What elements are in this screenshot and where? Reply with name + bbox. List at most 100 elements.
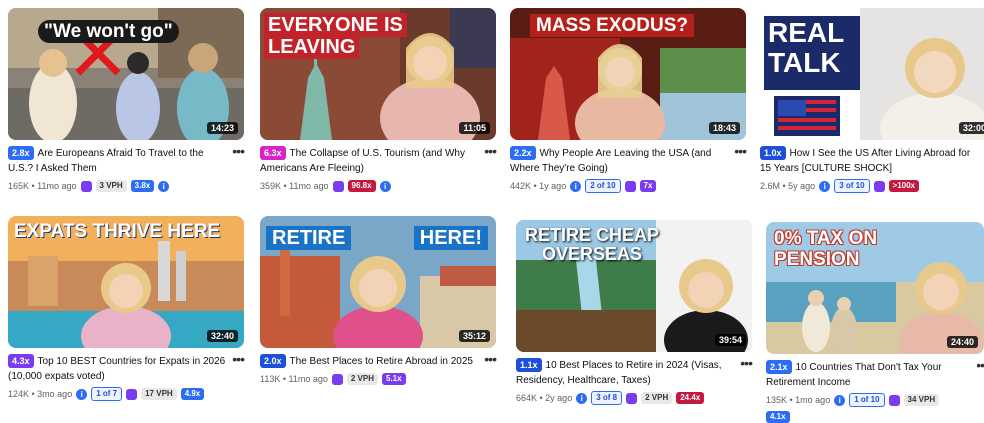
video-duration: 39:54 (714, 334, 746, 346)
analytics-icon[interactable] (624, 180, 636, 192)
video-card[interactable]: EXPATS THRIVE HERE 32:40 4.3x Top 10 BEST… (8, 216, 245, 401)
outlier-score-badge: 2.1x (766, 360, 792, 374)
analytics-icon[interactable] (873, 180, 885, 192)
video-title[interactable]: 2.8x Are Europeans Afraid To Travel to th… (8, 146, 226, 176)
video-title[interactable]: 1.0x How I See the US After Living Abroad… (760, 146, 978, 176)
video-duration: 32:00 (958, 122, 984, 134)
analytics-icon[interactable] (331, 373, 343, 385)
outlier-score-badge: 2.2x (510, 146, 536, 160)
thumbnail-overlay-text: RETIRE CHEAP OVERSEAS (524, 225, 659, 264)
thumbnail-overlay-text: 0% TAX ON PENSION (774, 228, 878, 270)
vph-pill: 34 VPH (903, 394, 940, 406)
video-title-text: Are Europeans Afraid To Travel to the U.… (8, 148, 204, 174)
info-icon[interactable]: i (158, 180, 170, 192)
thumbnail-overlay-text: REAL TALK (768, 17, 844, 78)
outlier-score-badge: 1.0x (760, 146, 786, 160)
video-duration: 35:12 (458, 330, 490, 342)
more-options-button[interactable]: ••• (976, 358, 984, 372)
info-icon[interactable]: i (379, 180, 391, 192)
analytics-icon[interactable] (126, 388, 138, 400)
more-options-button[interactable]: ••• (484, 144, 497, 158)
multiplier-pill: 4.9x (180, 388, 205, 400)
thumbnail-overlay-text: MASS EXODUS? (530, 14, 695, 37)
video-duration: 14:23 (206, 122, 238, 134)
video-card[interactable]: REAL TALK 32:00 1.0x How I See the US Aft… (760, 8, 984, 193)
video-title[interactable]: 4.3x Top 10 BEST Countries for Expats in … (8, 354, 226, 384)
video-card[interactable]: RETIRE CHEAP OVERSEAS 39:54 1.1x 10 Best … (516, 220, 753, 405)
video-thumbnail[interactable]: RETIRE HERE! 35:12 (260, 216, 496, 348)
video-title-text: How I See the US After Living Abroad for… (760, 148, 971, 174)
thumbnail-overlay-left: RETIRE (266, 226, 352, 250)
video-thumbnail[interactable]: "We won't go" 14:23 (8, 8, 244, 140)
video-duration: 18:43 (708, 122, 740, 134)
multiplier-pill: 24.4x (676, 392, 705, 404)
video-card[interactable]: "We won't go" 14:23 2.8x Are Europeans Af… (8, 8, 245, 193)
video-title[interactable]: 6.3x The Collapse of U.S. Tourism (and Wh… (260, 146, 478, 176)
thumbnail-overlay-text: EVERYONE IS LEAVING (264, 13, 407, 59)
more-options-button[interactable]: ••• (232, 352, 245, 366)
thumbnail-overlay-text: EXPATS THRIVE HERE (14, 221, 221, 242)
analytics-icon[interactable] (626, 392, 638, 404)
info-icon[interactable]: i (576, 392, 588, 404)
views-and-age: 124K • 3mo ago (8, 389, 73, 399)
video-title[interactable]: 2.0x The Best Places to Retire Abroad in … (260, 354, 478, 369)
video-title[interactable]: 2.1x 10 Countries That Don't Tax Your Ret… (766, 360, 966, 390)
video-duration: 32:40 (206, 330, 238, 342)
multiplier-pill: >100x (888, 180, 919, 192)
video-thumbnail[interactable]: MASS EXODUS? 18:43 (510, 8, 746, 140)
video-title-text: Why People Are Leaving the USA (and Wher… (510, 148, 712, 174)
analytics-icon[interactable] (80, 180, 92, 192)
info-icon[interactable]: i (76, 388, 88, 400)
video-duration: 24:40 (946, 336, 978, 348)
vph-pill: 17 VPH (141, 388, 177, 400)
thumbnail-overlay-right: HERE! (413, 226, 488, 250)
video-title-text: The Collapse of U.S. Tourism (and Why Am… (260, 148, 465, 174)
video-title-text: 10 Countries That Don't Tax Your Retirem… (766, 362, 942, 388)
video-card[interactable]: RETIRE HERE! 35:12 2.0x The Best Places t… (260, 216, 497, 386)
vph-pill: 3 VPH (95, 180, 127, 192)
rank-pill: 2 of 10 (585, 179, 621, 193)
video-thumbnail[interactable]: EVERYONE IS LEAVING 11:05 (260, 8, 496, 140)
more-options-button[interactable]: ••• (484, 352, 497, 366)
video-title[interactable]: 1.1x 10 Best Places to Retire in 2024 (Vi… (516, 358, 734, 388)
outlier-score-badge: 4.3x (8, 354, 34, 368)
video-thumbnail[interactable]: RETIRE CHEAP OVERSEAS 39:54 (516, 220, 752, 352)
video-thumbnail[interactable]: 0% TAX ON PENSION 24:40 (766, 222, 984, 354)
multiplier-pill: 3.8x (130, 180, 155, 192)
info-icon[interactable]: i (819, 180, 831, 192)
video-title[interactable]: 2.2x Why People Are Leaving the USA (and … (510, 146, 728, 176)
info-icon[interactable]: i (834, 394, 846, 406)
video-thumbnail[interactable]: REAL TALK 32:00 (760, 8, 984, 140)
multiplier-pill: 96.8x (347, 180, 376, 192)
thumbnail-overlay-text: "We won't go" (38, 20, 179, 43)
vph-pill: 2 VPH (641, 392, 673, 404)
video-title-text: Top 10 BEST Countries for Expats in 2026… (8, 356, 226, 382)
video-thumbnail[interactable]: EXPATS THRIVE HERE 32:40 (8, 216, 244, 348)
more-options-button[interactable]: ••• (734, 144, 747, 158)
outlier-score-badge: 1.1x (516, 358, 542, 372)
vph-pill: 2 VPH (346, 373, 378, 385)
views-and-age: 2.6M • 5y ago (760, 181, 816, 191)
analytics-icon[interactable] (332, 180, 344, 192)
multiplier-pill: 5.1x (382, 373, 406, 385)
analytics-icon[interactable] (888, 394, 900, 406)
multiplier-pill: 7x (639, 180, 657, 192)
video-card[interactable]: MASS EXODUS? 18:43 2.2x Why People Are Le… (510, 8, 747, 193)
views-and-age: 442K • 1y ago (510, 181, 567, 191)
more-options-button[interactable]: ••• (740, 356, 753, 370)
views-and-age: 135K • 1mo ago (766, 395, 831, 405)
video-card[interactable]: 0% TAX ON PENSION 24:40 2.1x 10 Countries… (766, 222, 984, 423)
video-card[interactable]: EVERYONE IS LEAVING 11:05 6.3x The Collap… (260, 8, 497, 193)
views-and-age: 359K • 11mo ago (260, 181, 329, 191)
video-title-text: 10 Best Places to Retire in 2024 (Visas,… (516, 360, 722, 386)
video-duration: 11:05 (459, 122, 490, 134)
info-icon[interactable]: i (570, 180, 582, 192)
outlier-score-badge: 2.8x (8, 146, 34, 160)
views-and-age: 113K • 11mo ago (260, 374, 328, 384)
more-options-button[interactable]: ••• (232, 144, 245, 158)
views-and-age: 165K • 11mo ago (8, 181, 77, 191)
overlay-text: EVERYONE IS LEAVING (264, 13, 407, 59)
outlier-score-badge: 2.0x (260, 354, 286, 368)
video-title-text: The Best Places to Retire Abroad in 2025 (289, 356, 473, 367)
views-and-age: 664K • 2y ago (516, 393, 573, 403)
